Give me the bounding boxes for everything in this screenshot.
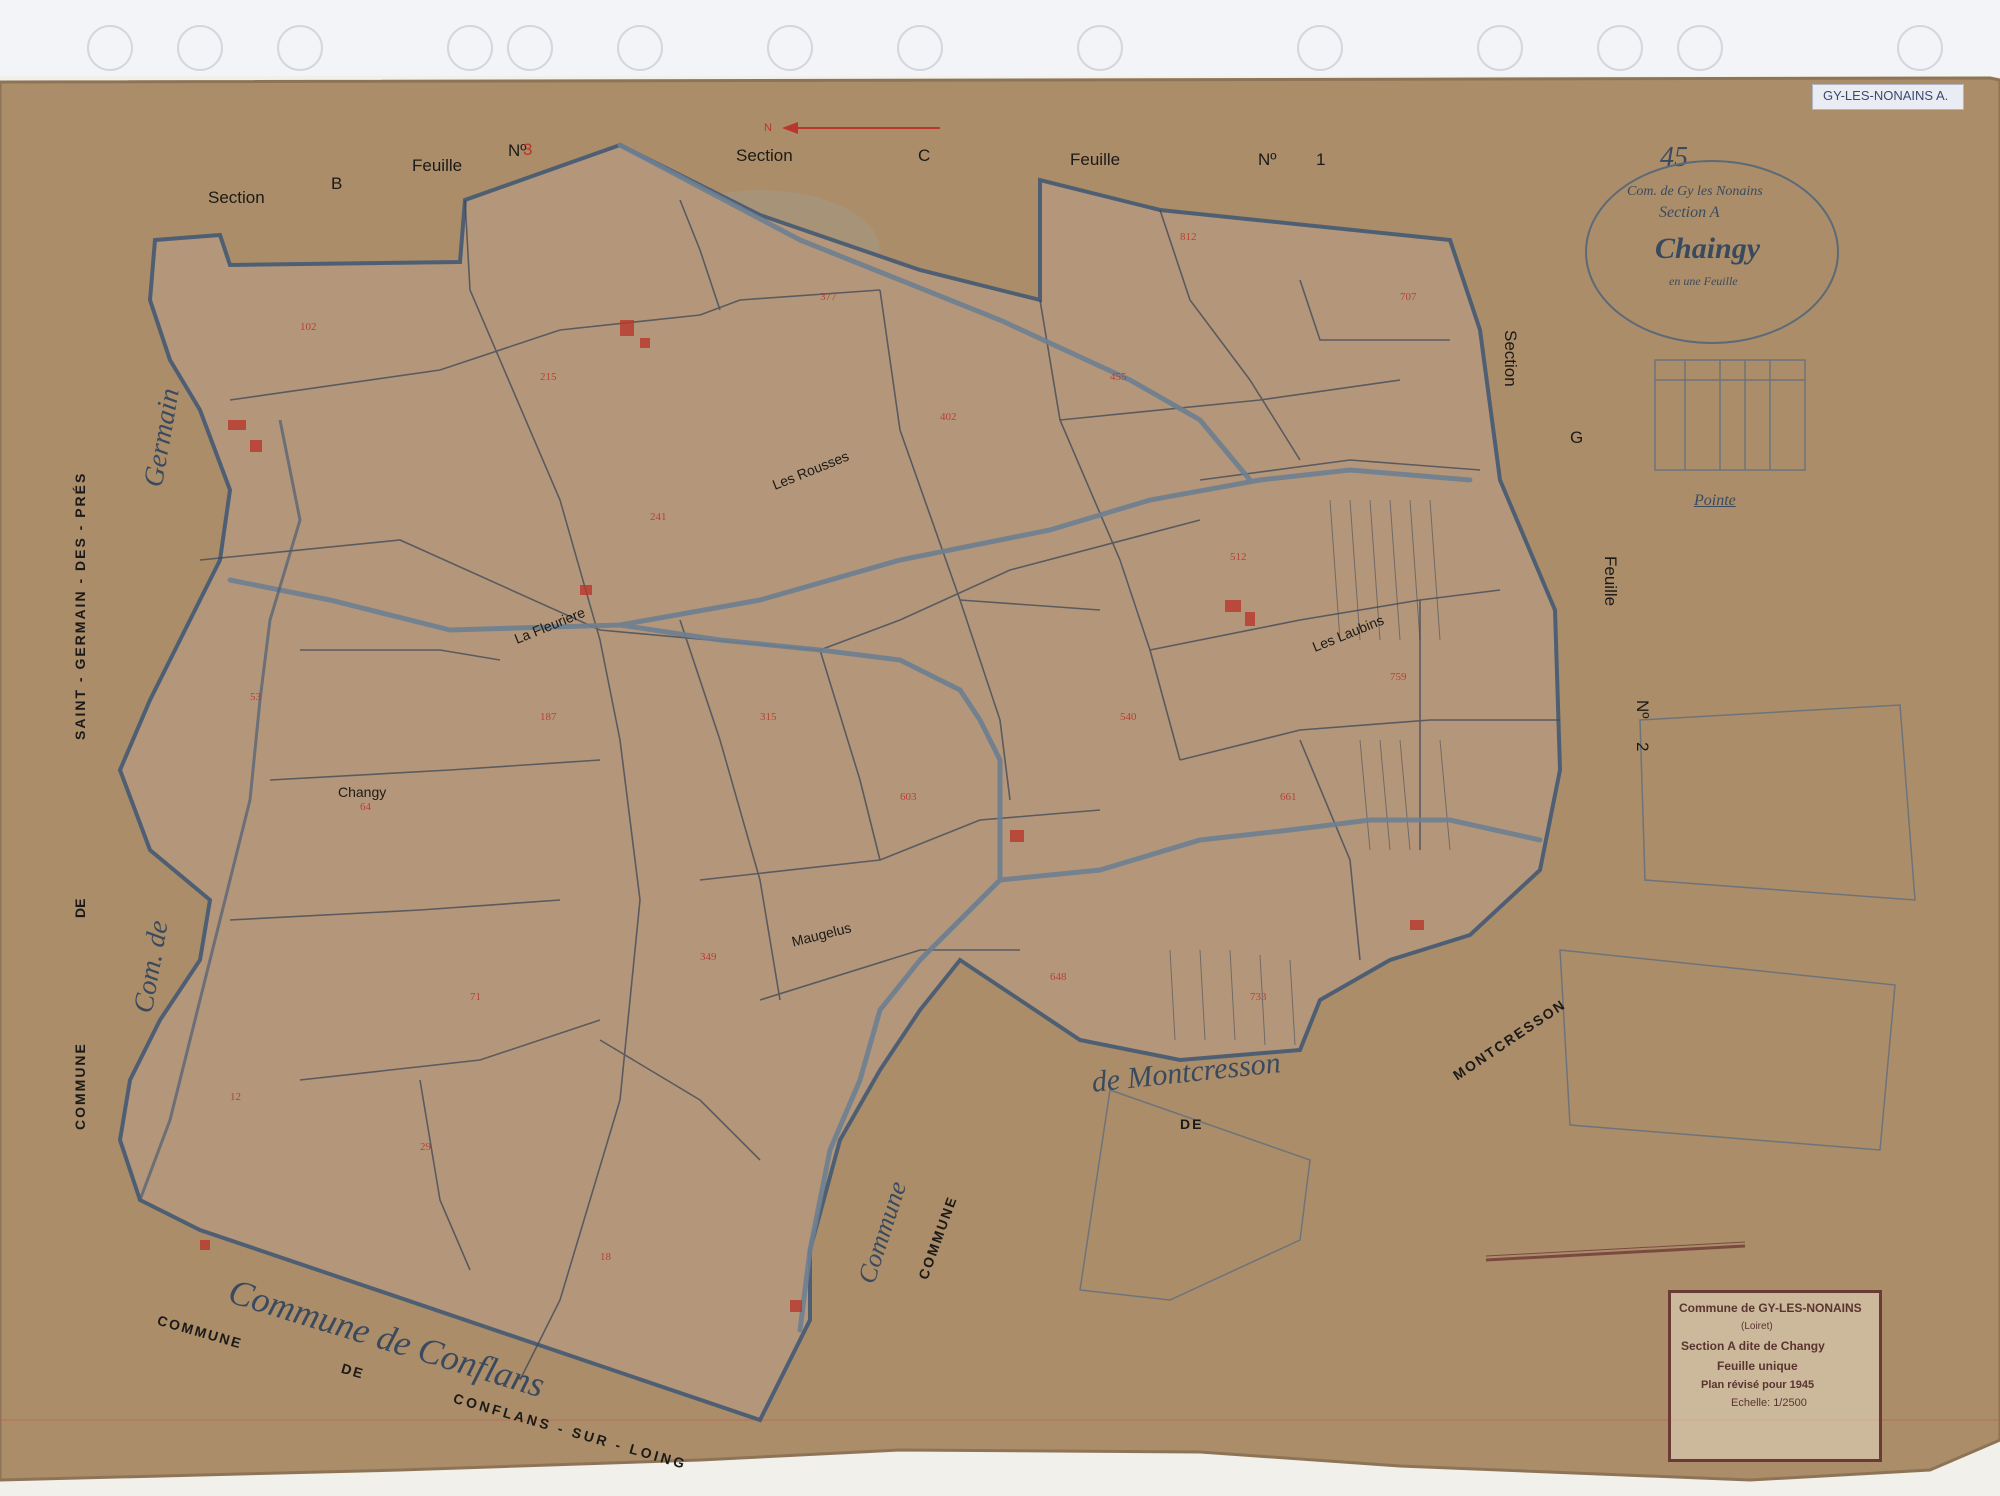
cadastral-map: 102 215 241 315 187 64 71 349 402 455 512 540 60… — [0, 0, 2000, 1496]
north-arrow-label: N — [764, 122, 772, 134]
label-de-right: DE — [1180, 1116, 1204, 1132]
cartouche-echelle: Echelle: 1/2500 — [1731, 1397, 1807, 1409]
title-cartouche-oval: Com. de Gy les Nonains Section A Chaingy… — [1585, 160, 1839, 344]
folder-tab: GY-LES-NONAINS A. — [1812, 84, 1964, 110]
cartouche-dept: (Loiret) — [1741, 1321, 1773, 1332]
svg-text:540: 540 — [1120, 711, 1137, 723]
svg-text:18: 18 — [600, 1251, 612, 1263]
oval-line-3: en une Feuille — [1669, 274, 1738, 288]
label-section-c: Section — [736, 146, 793, 165]
oval-line-1: Com. de Gy les Nonains — [1627, 184, 1763, 199]
folder-tab-label: GY-LES-NONAINS A. — [1823, 88, 1949, 103]
label-c-letter: C — [918, 146, 931, 165]
oval-title: Chaingy — [1655, 232, 1761, 265]
svg-text:707: 707 — [1400, 291, 1417, 303]
label-num-3: 3 — [523, 140, 533, 159]
svg-text:512: 512 — [1230, 551, 1247, 563]
pointe-heading: Pointe — [1694, 492, 1736, 509]
svg-text:812: 812 — [1180, 231, 1197, 243]
cartouche-feuille: Feuille unique — [1717, 1359, 1798, 1373]
svg-text:102: 102 — [300, 321, 317, 333]
label-feuille-2: Feuille — [1601, 556, 1620, 607]
svg-text:215: 215 — [540, 371, 557, 383]
label-num-1: 1 — [1316, 150, 1326, 169]
svg-text:661: 661 — [1280, 791, 1297, 803]
svg-text:71: 71 — [470, 991, 481, 1003]
stamp-cartouche: Commune de GY-LES-NONAINS (Loiret) Secti… — [1668, 1290, 1882, 1462]
svg-text:12: 12 — [230, 1091, 241, 1103]
scanner-strip — [0, 0, 2000, 76]
label-feuille-1: Feuille — [1070, 150, 1121, 169]
svg-text:648: 648 — [1050, 971, 1067, 983]
label-num-2: 2 — [1633, 742, 1652, 752]
svg-text:455: 455 — [1110, 371, 1127, 383]
label-feuille-3: Feuille — [412, 156, 463, 175]
label-left-commune: COMMUNE — [72, 1042, 88, 1130]
label-left-de: DE — [72, 898, 88, 918]
svg-text:759: 759 — [1390, 671, 1407, 683]
cartouche-commune: Commune de GY-LES-NONAINS — [1679, 1301, 1862, 1315]
svg-text:64: 64 — [360, 801, 372, 813]
label-section-g: Section — [1501, 330, 1520, 387]
place-changy: Changy — [338, 784, 387, 800]
svg-text:377: 377 — [820, 291, 837, 303]
oval-line-2: Section A — [1659, 204, 1720, 221]
label-b-letter: B — [331, 174, 343, 193]
label-saint-germain: SAINT - GERMAIN - DES - PRÉS — [72, 471, 88, 740]
label-section-b: Section — [208, 188, 265, 207]
svg-text:29: 29 — [420, 1141, 432, 1153]
svg-text:53: 53 — [250, 691, 262, 703]
svg-text:733: 733 — [1250, 991, 1267, 1003]
label-no-2: Nº — [1633, 700, 1652, 719]
svg-text:241: 241 — [650, 511, 667, 523]
label-no-1: Nº — [1258, 150, 1277, 169]
svg-text:187: 187 — [540, 711, 557, 723]
label-g-letter: G — [1570, 428, 1584, 447]
cartouche-section: Section A dite de Changy — [1681, 1339, 1825, 1353]
svg-text:315: 315 — [760, 711, 777, 723]
svg-text:349: 349 — [700, 951, 717, 963]
svg-text:402: 402 — [940, 411, 957, 423]
svg-text:603: 603 — [900, 791, 917, 803]
cartouche-plan: Plan révisé pour 1945 — [1701, 1379, 1815, 1391]
